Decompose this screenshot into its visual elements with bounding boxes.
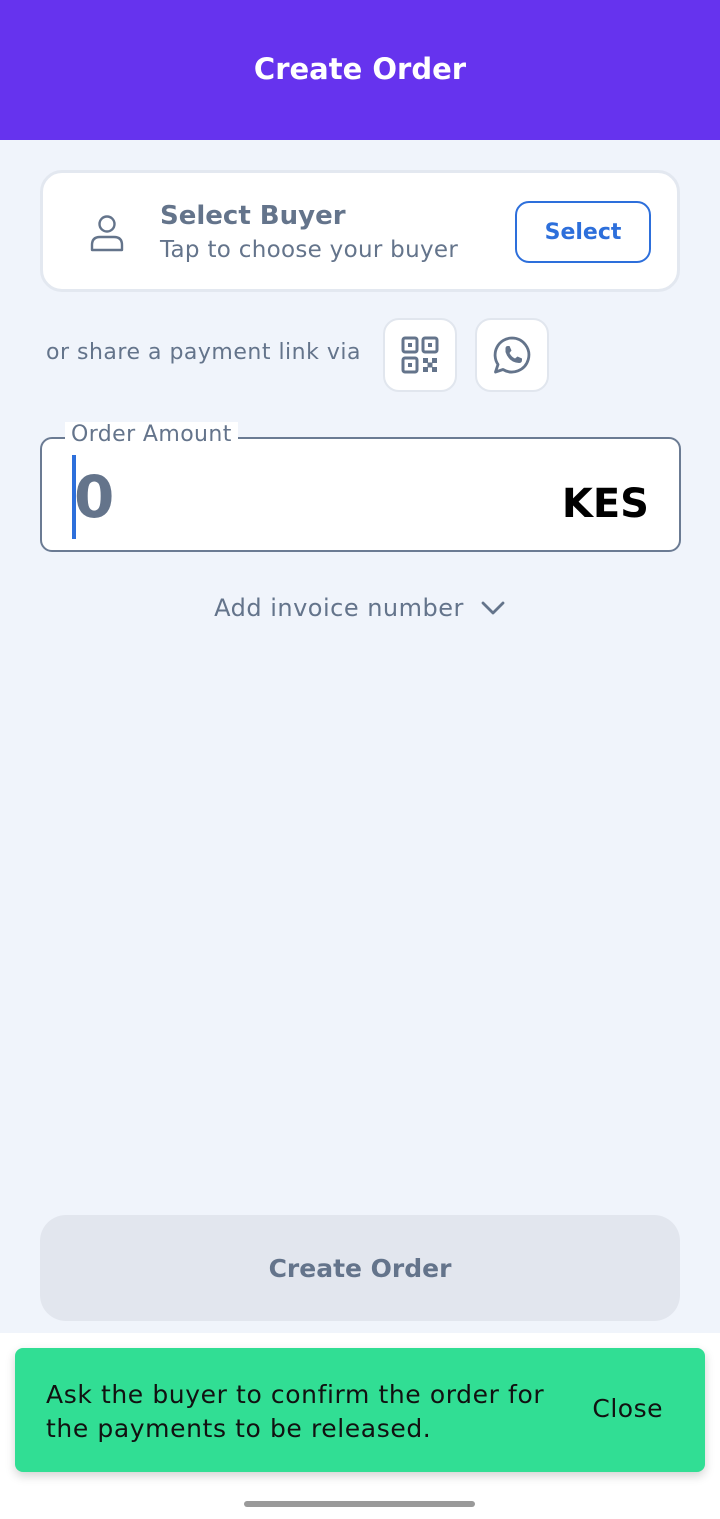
whatsapp-icon [493,336,531,374]
select-buyer-button[interactable]: Select [515,201,651,263]
snackbar-close-button[interactable]: Close [592,1394,663,1423]
chevron-down-icon [481,601,505,615]
select-buyer-card[interactable]: Select Buyer Tap to choose your buyer Se… [40,170,680,292]
select-buyer-subtitle: Tap to choose your buyer [160,237,459,263]
create-order-button-label: Create Order [268,1253,452,1283]
page-title: Create Order [253,52,467,86]
add-invoice-number-toggle[interactable]: Add invoice number [0,590,720,626]
snackbar: Ask the buyer to confirm the order for t… [15,1348,705,1472]
order-amount-input[interactable]: 0 [74,463,114,531]
add-invoice-number-label: Add invoice number [214,594,464,622]
create-order-button[interactable]: Create Order [40,1215,680,1321]
snackbar-message: Ask the buyer to confirm the order for t… [46,1380,545,1443]
select-buyer-title: Select Buyer [160,201,346,231]
person-icon [90,215,124,252]
order-amount-label: Order Amount [65,422,238,447]
share-whatsapp-button[interactable] [475,318,549,392]
home-indicator[interactable] [244,1501,475,1507]
qr-code-icon [401,336,439,374]
app-header: Create Order [0,0,720,140]
order-amount-field[interactable]: 0 KES [40,437,681,552]
share-link-label: or share a payment link via [46,340,361,365]
share-qr-button[interactable] [383,318,457,392]
currency-label: KES [561,481,649,527]
